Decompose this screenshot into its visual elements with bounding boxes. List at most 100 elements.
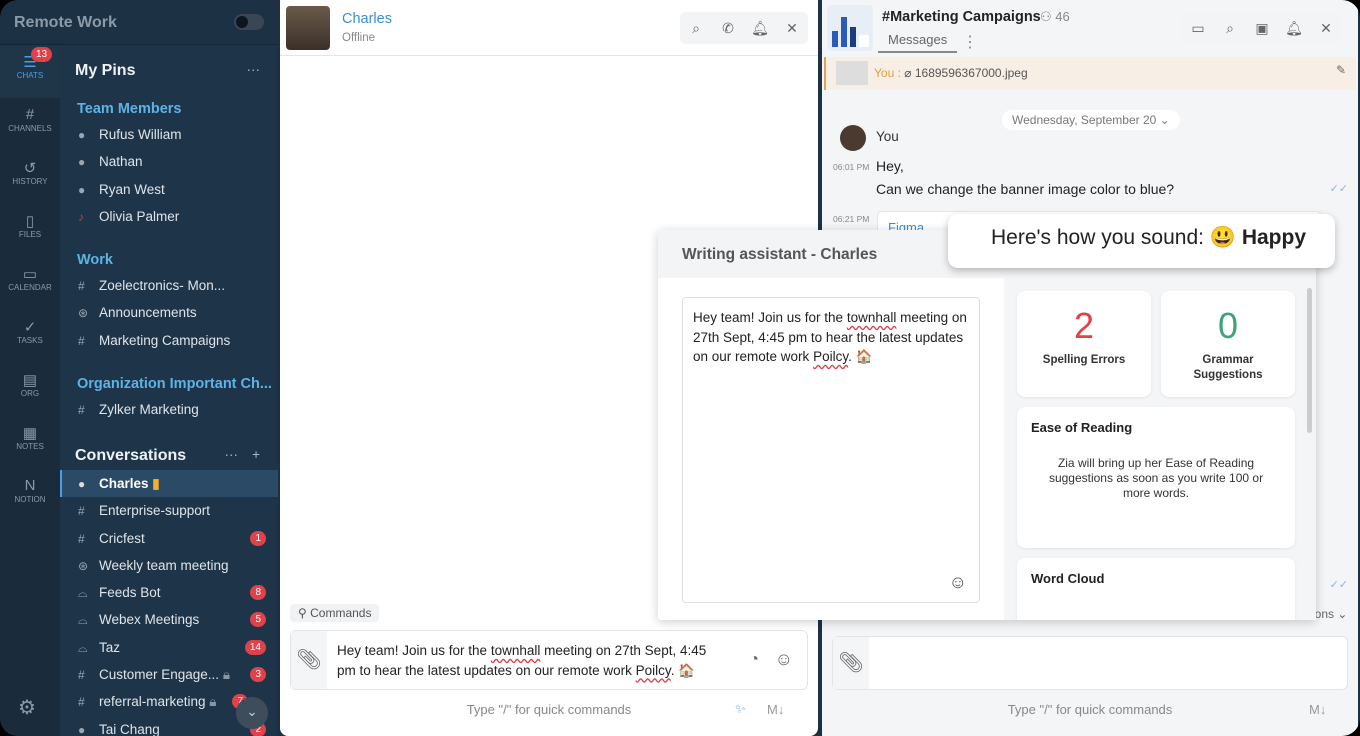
emoji-icon[interactable]: ☺ xyxy=(775,649,793,670)
conversation-item[interactable]: # Customer Engage... 🔒︎ 3 xyxy=(60,661,278,688)
conversation-item[interactable]: ⌓ Feeds Bot 8 xyxy=(60,579,278,606)
workspace-name: Remote Work xyxy=(14,14,117,31)
app-window: Remote Work ☰ CHATS 13 # CHANNELS ↺ HISTORY … xyxy=(0,0,1360,736)
pin-item[interactable]: ● Rufus William xyxy=(60,121,278,148)
nav-rail: ☰ CHATS 13 # CHANNELS ↺ HISTORY ▯ FILES ▭ CALE… xyxy=(0,45,60,736)
pins-header: My Pins ··· xyxy=(75,62,261,79)
more-icon[interactable]: ··· xyxy=(225,447,239,462)
markdown-toggle[interactable]: M↓ xyxy=(767,702,784,717)
contact-status: Offline xyxy=(342,32,376,44)
org-title: Organization Important Ch... xyxy=(77,376,272,392)
conversation-item[interactable]: ⌓ Taz 14 xyxy=(60,634,278,661)
attachment-icon: ⌀ xyxy=(904,66,912,80)
date-separator[interactable]: Wednesday, September 20 ⌄ xyxy=(1002,110,1180,130)
pinned-message[interactable]: You : ⌀ 1689596367000.jpeg ✎ xyxy=(824,57,1356,90)
rail-org[interactable]: ▤ ORG xyxy=(0,363,60,416)
thread-icon[interactable]: ▭ xyxy=(1182,12,1214,44)
avatar[interactable] xyxy=(286,6,330,50)
schedule-icon[interactable]: ◔ xyxy=(749,651,759,669)
conversation-item[interactable]: # Enterprise-support xyxy=(60,497,278,524)
add-icon[interactable]: + xyxy=(252,447,260,462)
unread-badge: 13 xyxy=(31,47,53,62)
work-title: Work xyxy=(77,252,113,268)
spelling-card[interactable]: 2 Spelling Errors xyxy=(1017,291,1151,397)
magic-wand-icon[interactable]: ✨︎ xyxy=(735,701,746,717)
pin-item[interactable]: # Zoelectronics- Mon... xyxy=(60,272,278,299)
conversation-item[interactable]: ⊛ Weekly team meeting xyxy=(60,552,278,579)
bot-icon: ⌓ xyxy=(78,586,88,601)
more-options-icon[interactable]: ⋮ xyxy=(962,32,978,52)
image-thumbnail xyxy=(836,61,868,85)
close-icon[interactable]: ✕ xyxy=(1310,12,1342,44)
rail-chats[interactable]: ☰ CHATS 13 xyxy=(0,45,60,98)
pin-item[interactable]: ⊛ Announcements xyxy=(60,299,278,326)
chat-list: My Pins ··· Team Members ● Rufus William ●… xyxy=(60,45,278,736)
word-cloud-card: Word Cloud xyxy=(1017,558,1295,620)
call-icon[interactable]: ✆ xyxy=(712,12,744,44)
conversation-item[interactable]: ⌓ Webex Meetings 5 xyxy=(60,606,278,633)
conversation-item[interactable]: # Cricfest 1 xyxy=(60,525,278,552)
avatar[interactable] xyxy=(840,125,866,151)
contact-name[interactable]: Charles xyxy=(342,11,392,27)
rail-tasks[interactable]: ✓ TASKS xyxy=(0,310,60,363)
read-receipt-icon: ✓✓ xyxy=(1329,579,1348,591)
close-icon[interactable]: ✕ xyxy=(776,12,808,44)
unpin-icon[interactable]: ✎ xyxy=(1336,63,1346,77)
conversation-item[interactable]: ● Charles ▮ xyxy=(60,470,278,498)
rail-calendar[interactable]: ▭ CALENDAR xyxy=(0,257,60,310)
grammar-card[interactable]: 0 Grammar Suggestions xyxy=(1161,291,1295,397)
draft-icon: ▮ xyxy=(152,476,160,491)
pin-item[interactable]: ♪ Olivia Palmer xyxy=(60,203,278,230)
settings-gear-icon[interactable]: ⚙ xyxy=(18,695,36,720)
bell-icon[interactable]: 🔔︎ xyxy=(744,12,776,44)
message-composer[interactable]: 📎︎ Hey team! Join us for the townhall me… xyxy=(290,630,808,690)
ease-of-reading-card: Ease of Reading Zia will bring up her Eas… xyxy=(1017,407,1295,548)
team-members-title: Team Members xyxy=(77,101,182,117)
emoji-icon[interactable]: ☺ xyxy=(949,572,967,593)
tab-messages[interactable]: Messages xyxy=(878,32,958,53)
search-icon[interactable]: ⌕ xyxy=(1214,12,1246,44)
scrollbar[interactable] xyxy=(1307,288,1312,433)
tasks-icon: ✓ xyxy=(23,319,37,336)
rail-files[interactable]: ▯ FILES xyxy=(0,204,60,257)
writing-assistant-popup: Writing assistant - Charles Hey team! Jo… xyxy=(658,230,1316,620)
attach-icon[interactable]: 📎︎ xyxy=(833,637,869,689)
channel-logo xyxy=(827,5,873,51)
quick-commands-hint: Type "/" for quick commands xyxy=(1007,702,1173,717)
theme-toggle[interactable] xyxy=(234,14,264,30)
dnd-bell-icon: ♪ xyxy=(78,209,84,224)
message-input[interactable]: Hey team! Join us for the townhall meeti… xyxy=(337,641,727,680)
org-icon: ▤ xyxy=(22,372,38,389)
rail-channels[interactable]: # CHANNELS xyxy=(0,98,60,151)
channel-name[interactable]: #Marketing Campaigns xyxy=(882,9,1041,25)
scroll-down-button[interactable]: ⌄ xyxy=(236,697,268,729)
more-icon[interactable]: ··· xyxy=(247,62,261,77)
bell-icon[interactable]: 🔔︎ xyxy=(1278,12,1310,44)
assistant-text-area[interactable]: Hey team! Join us for the townhall meeti… xyxy=(682,297,980,603)
sender-name: You xyxy=(876,129,899,144)
options-dropdown[interactable]: ions ⌄ xyxy=(1312,607,1347,621)
pin-item[interactable]: ● Nathan xyxy=(60,148,278,175)
member-count[interactable]: ⚇ 46 xyxy=(1040,9,1070,25)
rail-history[interactable]: ↺ HISTORY xyxy=(0,151,60,204)
chat-toolbar: ⌕ ✆ 🔔︎ ✕ xyxy=(680,12,808,44)
workspace-header: Remote Work xyxy=(0,0,278,45)
notion-icon: N xyxy=(24,477,36,494)
lock-icon: 🔒︎ xyxy=(222,667,231,683)
attach-icon[interactable]: 📎︎ xyxy=(291,631,327,689)
pin-item[interactable]: ● Ryan West xyxy=(60,176,278,203)
commands-chip[interactable]: ⚲ Commands xyxy=(290,604,380,622)
rail-notion[interactable]: N NOTION xyxy=(0,469,60,522)
hash-icon: # xyxy=(25,106,35,123)
channel-composer[interactable]: 📎︎ xyxy=(832,636,1348,690)
rail-notes[interactable]: ▦ NOTES xyxy=(0,416,60,469)
pin-item[interactable]: # Marketing Campaigns xyxy=(60,327,278,354)
video-icon[interactable]: ▣ xyxy=(1246,12,1278,44)
pin-item[interactable]: # Zylker Marketing xyxy=(60,396,278,423)
calendar-icon: ▭ xyxy=(22,266,38,283)
markdown-toggle[interactable]: M↓ xyxy=(1309,702,1326,717)
timestamp: 06:01 PM xyxy=(833,162,870,172)
chat-header: Charles Offline ⌕ ✆ 🔔︎ ✕ xyxy=(280,0,818,56)
chart-logo-icon xyxy=(832,17,869,47)
search-icon[interactable]: ⌕ xyxy=(680,12,712,44)
